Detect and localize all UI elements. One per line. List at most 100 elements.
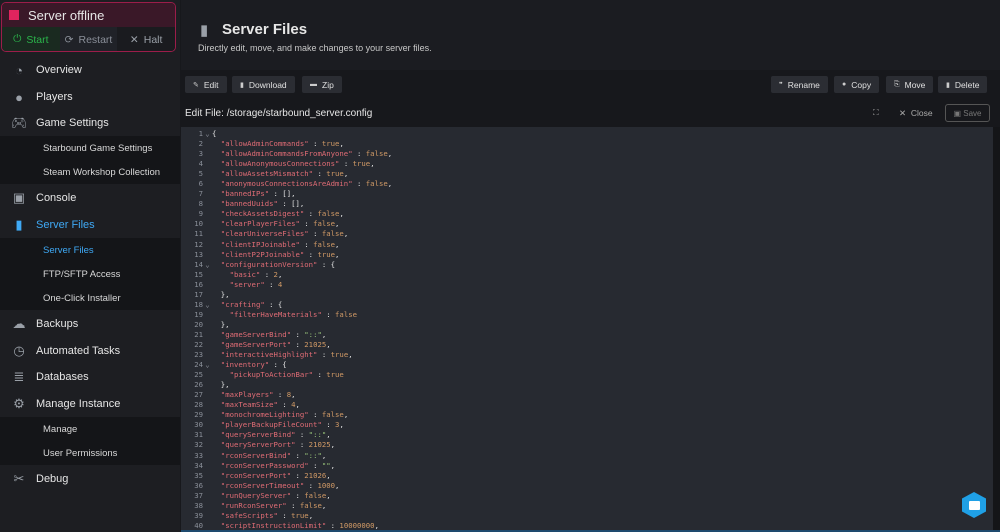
fold-icon — [203, 471, 212, 481]
file-download-icon: ▮ — [240, 81, 244, 89]
tools-icon: ✂ — [13, 471, 25, 486]
sidebar-item-overview[interactable]: ◔ Overview — [0, 57, 180, 83]
rename-button[interactable]: ❞ Rename — [771, 76, 828, 93]
line-number: 20 — [194, 319, 203, 329]
code-text: "queryServerPort" : 21025, — [220, 440, 336, 450]
fold-icon — [203, 451, 212, 461]
code-line: 31 "queryServerBind" : "::", — [181, 430, 993, 440]
sidebar-item-game-settings[interactable]: 🎮︎ Game Settings — [0, 110, 180, 136]
editor-scrollbar[interactable] — [993, 127, 1000, 530]
sidebar-item-backups[interactable]: ☁ Backups — [0, 311, 180, 337]
fold-icon — [203, 290, 212, 300]
restart-icon: ⟳ — [64, 33, 74, 46]
edit-button[interactable]: ✎ Edit — [185, 76, 227, 93]
line-number: 24 — [194, 360, 203, 370]
code-line: 4 "allowAnonymousConnections" : true, — [181, 159, 993, 169]
restart-button[interactable]: ⟳ Restart — [59, 27, 118, 51]
line-number: 38 — [194, 500, 203, 510]
sidebar-item-workshop[interactable]: Steam Workshop Collection — [0, 160, 180, 184]
fold-icon[interactable]: ⌄ — [203, 260, 212, 270]
code-line: 10 "clearPlayerFiles" : false, — [181, 219, 993, 229]
fold-icon[interactable]: ⌄ — [203, 129, 212, 139]
sidebar-item-manage[interactable]: Manage — [0, 417, 180, 441]
line-number: 10 — [194, 219, 203, 229]
download-button[interactable]: ▮ Download — [232, 76, 295, 93]
fold-icon — [203, 501, 212, 511]
line-number: 29 — [194, 410, 203, 420]
line-number: 22 — [194, 339, 203, 349]
user-icon: ● — [15, 89, 23, 105]
fold-icon — [203, 240, 212, 250]
fold-icon — [203, 400, 212, 410]
fold-icon — [203, 310, 212, 320]
code-text: "clearUniverseFiles" : false, — [220, 229, 349, 239]
line-number: 17 — [194, 289, 203, 299]
line-number: 3 — [198, 149, 203, 159]
sidebar-item-players[interactable]: ● Players — [0, 84, 180, 110]
line-number: 8 — [198, 199, 203, 209]
fold-icon — [203, 461, 212, 471]
fold-icon — [203, 390, 212, 400]
fold-icon — [203, 330, 212, 340]
sidebar-item-debug[interactable]: ✂ Debug — [0, 466, 180, 492]
start-button[interactable]: ⏻ Start — [2, 27, 60, 51]
fold-icon[interactable]: ⌄ — [203, 360, 212, 370]
code-text: "runQueryServer" : false, — [220, 490, 331, 500]
code-line: 15 "basic" : 2, — [181, 270, 993, 280]
sidebar-item-installer[interactable]: One-Click Installer — [0, 286, 180, 310]
sidebar-item-server-files-sub[interactable]: Server Files — [0, 238, 180, 262]
code-text: "allowAnonymousConnections" : true, — [220, 159, 375, 169]
fold-icon — [203, 340, 212, 350]
fold-icon — [203, 280, 212, 290]
code-text: "checkAssetsDigest" : false, — [220, 209, 344, 219]
line-number: 16 — [194, 279, 203, 289]
code-line: 16 "server" : 4 — [181, 280, 993, 290]
save-button[interactable]: ▣ Save — [945, 104, 990, 122]
sidebar-item-databases[interactable]: ≣ Databases — [0, 364, 180, 390]
database-icon: ≣ — [13, 369, 25, 384]
code-text: "clientIPJoinable" : false, — [220, 239, 340, 249]
code-line: 38 "runRconServer" : false, — [181, 501, 993, 511]
code-text: "rconServerPassword" : "", — [220, 460, 336, 470]
fold-icon — [203, 250, 212, 260]
edit-file-bar: Edit File: /storage/starbound_server.con… — [181, 100, 1000, 126]
close-icon: ✕ — [129, 33, 139, 46]
line-number: 9 — [198, 209, 203, 219]
fold-icon — [203, 440, 212, 450]
line-number: 37 — [194, 490, 203, 500]
sidebar-item-server-files[interactable]: ▮ Server Files — [0, 212, 180, 238]
move-button[interactable]: ⎘ Move — [886, 76, 934, 93]
line-number: 28 — [194, 400, 203, 410]
fold-icon — [203, 199, 212, 209]
code-line: 18 ⌄ "crafting" : { — [181, 300, 993, 310]
code-editor[interactable]: 1 ⌄{2 "allowAdminCommands" : true, 3 "allo… — [181, 127, 993, 530]
delete-button[interactable]: ▮ Delete — [938, 76, 988, 93]
code-text: }, — [212, 380, 230, 390]
code-text: "anonymousConnectionsAreAdmin" : false, — [220, 179, 393, 189]
code-line: 12 "clientIPJoinable" : false, — [181, 240, 993, 250]
zip-button[interactable]: ▬ Zip — [302, 76, 342, 93]
sidebar-item-tasks[interactable]: ◷ Automated Tasks — [0, 338, 180, 364]
halt-button[interactable]: ✕ Halt — [117, 27, 175, 51]
fold-icon — [203, 149, 212, 159]
code-line: 25 "pickupToActionBar" : true — [181, 370, 993, 380]
code-line: 24 ⌄ "inventory" : { — [181, 360, 993, 370]
code-text: "maxTeamSize" : 4, — [220, 400, 300, 410]
code-line: 37 "runQueryServer" : false, — [181, 491, 993, 501]
server-status-panel: Server offline ⏻ Start ⟳ Restart ✕ Halt — [1, 2, 176, 52]
fullscreen-icon[interactable]: ⛶ — [873, 108, 879, 118]
sidebar-item-console[interactable]: ▣ Console — [0, 185, 180, 211]
sidebar-item-starbound-settings[interactable]: Starbound Game Settings — [0, 136, 180, 160]
fold-icon[interactable]: ⌄ — [203, 300, 212, 310]
line-number: 26 — [194, 380, 203, 390]
close-button[interactable]: ✕ Close — [899, 108, 933, 119]
sidebar-item-manage-instance[interactable]: ⚙ Manage Instance — [0, 391, 180, 417]
sidebar-item-permissions[interactable]: User Permissions — [0, 441, 180, 465]
code-line: 34 "rconServerPassword" : "", — [181, 461, 993, 471]
copy-button[interactable]: ● Copy — [834, 76, 880, 93]
code-line: 35 "rconServerPort" : 21026, — [181, 471, 993, 481]
code-line: 28 "maxTeamSize" : 4, — [181, 400, 993, 410]
sidebar-item-ftp[interactable]: FTP/SFTP Access — [0, 262, 180, 286]
file-path: /storage/starbound_server.config — [226, 107, 373, 119]
code-text: "rconServerBind" : "::", — [220, 450, 327, 460]
